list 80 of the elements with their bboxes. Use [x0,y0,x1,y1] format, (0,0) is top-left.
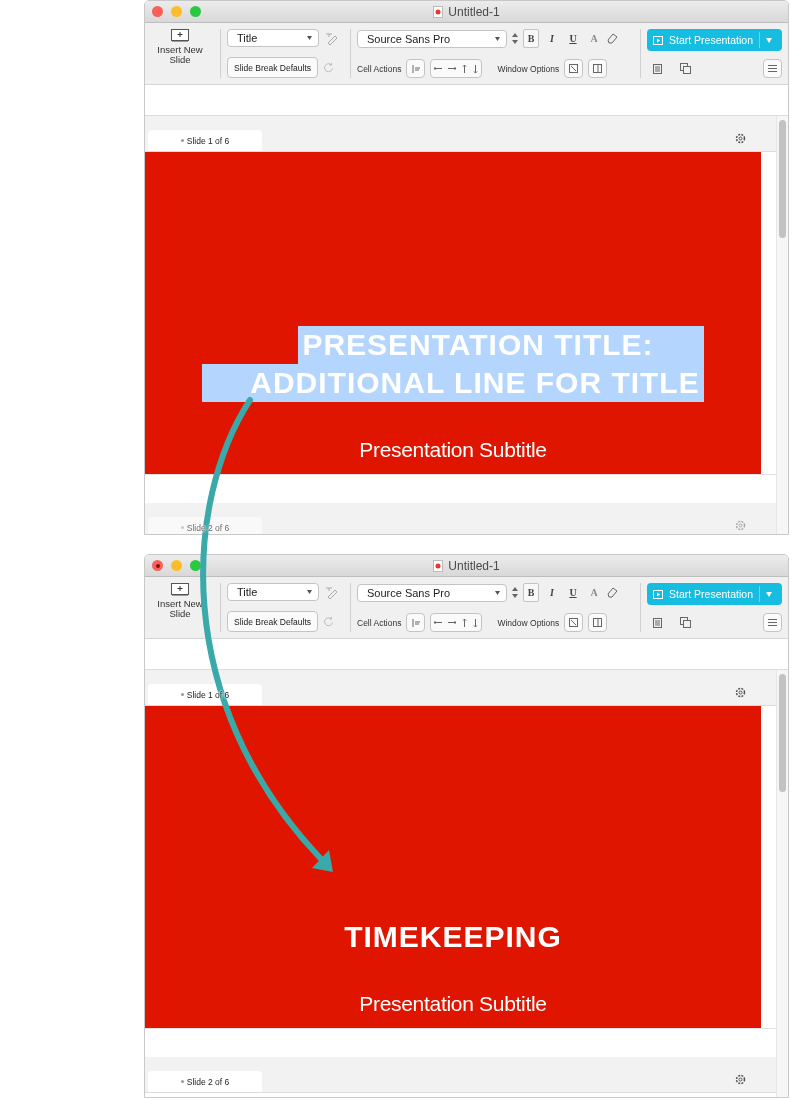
insert-slide-button[interactable]: Insert New Slide [151,583,209,619]
settings-icon[interactable] [735,133,746,144]
slide-tab[interactable]: Slide 2 of 6 [148,1071,262,1092]
window-title: Untitled-1 [448,4,500,19]
panel-icon [593,64,603,73]
window-options-label: Window Options [497,63,560,74]
style-dropdown[interactable]: Title [227,29,319,47]
caret-down-icon [766,591,773,597]
document-icon [653,63,662,74]
document-icon [433,559,444,572]
shrink-horizontal-icon [434,66,443,71]
slide-subtitle: Presentation Subtitle [359,438,547,462]
slide-tab[interactable]: Slide 1 of 6 [148,130,262,151]
resize-buttons[interactable] [430,613,483,632]
sidebar-button[interactable] [588,59,608,78]
fit-window-button[interactable] [564,59,584,78]
sidebar-button[interactable] [588,613,608,632]
format-button[interactable]: I [544,29,560,48]
format-button[interactable]: B [523,29,539,48]
eraser-icon [607,33,618,44]
document-icon [433,5,444,18]
stepper-icon [512,587,518,598]
fit-icon [569,64,579,73]
window-options-label: Window Options [497,617,560,628]
play-icon [653,589,663,599]
slide-break-defaults-button[interactable]: Slide Break Defaults [227,57,318,78]
scrollbar[interactable] [776,116,788,534]
shrink-vertical-icon [462,618,468,627]
caret-down-icon [307,590,312,594]
settings-icon[interactable] [735,1074,746,1085]
copy-icon [680,63,691,74]
shrink-horizontal-icon [434,620,443,625]
align-left-icon [411,618,420,627]
menu-icon [768,619,777,626]
shrink-vertical-icon [462,64,468,73]
slide-add-icon [171,583,189,596]
format-button[interactable]: I [544,583,560,602]
slide-title: TIMEKEEPING [343,919,563,955]
brush-icon [324,31,338,45]
expand-vertical-icon [473,64,479,73]
settings-icon[interactable] [735,687,746,698]
eraser-icon [607,587,618,598]
slide-subtitle: Presentation Subtitle [359,992,547,1016]
fit-icon [569,618,579,627]
refresh-icon [323,62,334,73]
cell-actions-label: Cell Actions [357,617,402,628]
expand-horizontal-icon [448,66,457,71]
menu-button[interactable] [763,613,782,632]
expand-horizontal-icon [448,620,457,625]
menu-icon [768,65,777,72]
style-dropdown[interactable]: Title [227,583,319,601]
format-button[interactable]: U [565,583,581,602]
slide-title: PRESENTATION TITLE: ADDITIONAL LINE FOR TITLE [202,326,704,402]
cell-actions-label: Cell Actions [357,63,402,74]
caret-down-icon [766,37,773,43]
slide-add-icon [171,29,189,42]
insert-slide-button[interactable]: Insert New Slide [151,29,209,65]
format-button[interactable]: B [523,583,539,602]
close-button[interactable] [152,560,163,571]
slide-break-defaults-button[interactable]: Slide Break Defaults [227,611,318,632]
copy-icon [680,617,691,628]
font-dropdown[interactable]: Source Sans Pro [357,583,507,602]
panel-icon [593,618,603,627]
scrollbar[interactable] [776,670,788,1097]
caret-down-icon [495,36,500,41]
resize-buttons[interactable] [430,59,483,78]
document-icon [653,617,662,628]
expand-vertical-icon [473,618,479,627]
refresh-icon [323,616,334,627]
align-left-icon [411,64,420,73]
window-title: Untitled-1 [448,558,500,573]
font-dropdown[interactable]: Source Sans Pro [357,29,507,48]
brush-icon [324,585,338,599]
fit-window-button[interactable] [564,613,584,632]
stepper-icon [512,33,518,44]
caret-down-icon [307,36,312,40]
play-icon [653,35,663,45]
caret-down-icon [495,590,500,595]
format-button[interactable]: U [565,29,581,48]
menu-button[interactable] [763,59,782,78]
